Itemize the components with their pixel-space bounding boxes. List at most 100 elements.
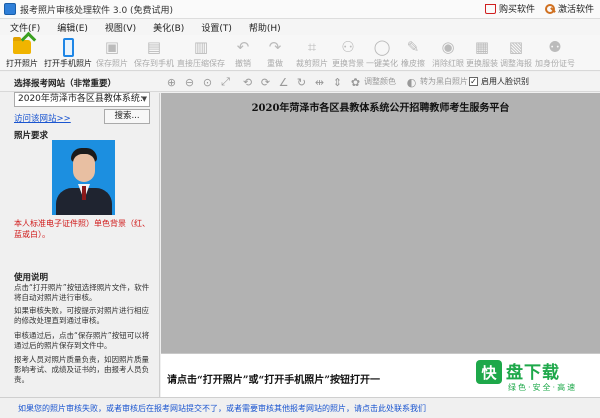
- remove-red-eye-label: 消除红眼: [432, 59, 464, 68]
- menu-beautify[interactable]: 美化(B): [153, 21, 184, 34]
- open-folder-icon: [12, 37, 32, 57]
- rotate-right-icon[interactable]: ⟳: [258, 75, 273, 89]
- save-to-phone-button[interactable]: ▤ 保存到手机: [132, 37, 176, 70]
- flip-vertical-icon[interactable]: ⇕: [330, 75, 345, 89]
- key-icon: [544, 3, 555, 14]
- open-photo-button[interactable]: 打开照片: [2, 37, 42, 70]
- phone-icon: [58, 37, 78, 57]
- eraser-button[interactable]: ✎ 橡皮擦: [396, 37, 430, 70]
- person-icon: ⚉: [548, 38, 562, 56]
- search-button[interactable]: 搜索...: [104, 109, 150, 124]
- add-id-number-button[interactable]: ⚉ 加身份证号: [532, 37, 578, 70]
- replace-background-label: 更换背景: [332, 59, 364, 68]
- menu-edit[interactable]: 编辑(E): [57, 21, 88, 34]
- black-white-icon[interactable]: ◐: [404, 75, 419, 89]
- photo-canvas[interactable]: 2020年菏泽市各区县教体系统公开招聘教师考生服务平台: [161, 93, 600, 353]
- platform-title: 2020年菏泽市各区县教体系统公开招聘教师考生服务平台: [251, 103, 510, 114]
- menu-file[interactable]: 文件(F): [10, 21, 40, 34]
- sample-id-photo: [52, 140, 115, 215]
- select-site-title: 选择报考网站（非常重要）: [14, 79, 117, 89]
- title-bar: 报考照片审核处理软件 3.0 (免费试用) 购买软件 激活软件: [0, 0, 600, 19]
- contact-us-link[interactable]: 如果您的照片审核失败，或者审核后在报考网站提交不了，或者需要审核其他报考网站的照…: [18, 403, 426, 414]
- window-title: 报考照片审核处理软件 3.0 (免费试用): [20, 5, 174, 16]
- instruction-area: 请点击“打开照片”或“打开手机照片”按钮打开一 快 盘下载 绿色·安全·高速: [161, 353, 600, 397]
- adjust-color-label[interactable]: 调整颜色: [364, 76, 396, 87]
- to-black-white-label[interactable]: 转为黑白照片: [420, 76, 468, 87]
- fit-window-icon[interactable]: ⤢: [218, 75, 233, 89]
- change-clothes-label: 更换服装: [466, 59, 498, 68]
- activate-software-button[interactable]: 激活软件: [544, 2, 594, 15]
- adjust-layout-label: 调整海报: [500, 59, 532, 68]
- face-detect-checkbox[interactable]: ✓: [469, 77, 478, 86]
- save-disk-icon: ▣: [104, 38, 120, 56]
- redo-icon: ↷: [268, 38, 282, 56]
- title-links: 购买软件 激活软件: [484, 2, 594, 15]
- main-toolbar: 打开照片 打开手机照片 ▣ 保存照片 ▤ 保存到手机 ▥ 直接压缩保存 ↶ 撤销…: [0, 35, 600, 71]
- site-select-value: 2020年菏泽市各区县教体系统:: [18, 94, 143, 104]
- menu-view[interactable]: 视图(V): [105, 21, 136, 34]
- eraser-icon: ✎: [406, 38, 420, 56]
- redo-label: 重做: [267, 59, 283, 68]
- save-photo-button[interactable]: ▣ 保存照片: [92, 37, 132, 70]
- watermark-mark: 快: [476, 360, 502, 384]
- usage-instructions-title: 使用说明: [14, 273, 49, 283]
- flip-horizontal-icon[interactable]: ⇹: [312, 75, 327, 89]
- open-phone-photo-label: 打开手机照片: [44, 59, 92, 68]
- menu-settings[interactable]: 设置(T): [201, 21, 232, 34]
- color-palette-icon[interactable]: ✿: [348, 75, 363, 89]
- open-photo-label: 打开照片: [6, 59, 38, 68]
- photo-requirement-note: 本人标准电子证件照）单色背景（红、蓝或白）。: [14, 219, 150, 239]
- buy-software-label: 购买软件: [498, 5, 535, 15]
- actual-size-icon[interactable]: ⊙: [200, 75, 215, 89]
- cart-icon: [484, 3, 496, 14]
- face-detect-label[interactable]: 启用人脸识别: [481, 76, 529, 87]
- undo-label: 撤销: [235, 59, 251, 68]
- help-step-4: 报考人员对照片质量负责，如因照片质量影响考试、成绩及证书的，由报考人员负责。: [14, 355, 149, 384]
- help-step-1: 点击“打开照片”按钮选择照片文件，软件将自动对照片进行审核。: [14, 283, 150, 302]
- beautify-icon: ◯: [373, 38, 391, 56]
- compress-icon: ▥: [193, 38, 209, 56]
- watermark-slogan: 绿色·安全·高速: [508, 383, 578, 392]
- add-id-number-label: 加身份证号: [535, 59, 575, 68]
- save-phone-icon: ▤: [146, 38, 162, 56]
- menu-bar: 文件(F) 编辑(E) 视图(V) 美化(B) 设置(T) 帮助(H): [0, 19, 600, 35]
- help-step-3: 审核通过后，点击“保存照片”按钮可以将通过后的照片保存到文件中。: [14, 331, 150, 350]
- rotate-reverse-icon[interactable]: ↻: [294, 75, 309, 89]
- crop-photo-label: 裁剪照片: [296, 59, 328, 68]
- buy-software-button[interactable]: 购买软件: [484, 2, 535, 15]
- photo-tie: [82, 186, 86, 200]
- activate-software-label: 激活软件: [557, 5, 594, 15]
- background-icon: ⚇: [341, 38, 355, 56]
- crop-icon: ⌗: [307, 38, 317, 56]
- crop-photo-button[interactable]: ⌗ 裁剪照片: [292, 37, 332, 70]
- menu-help[interactable]: 帮助(H): [249, 21, 281, 34]
- one-key-beautify-label: 一键美化: [366, 59, 398, 68]
- direct-compress-save-button[interactable]: ▥ 直接压缩保存: [177, 37, 225, 70]
- photo-face: [73, 154, 95, 182]
- rotate-angle-icon[interactable]: ∠: [276, 75, 291, 89]
- undo-button[interactable]: ↶ 撤销: [226, 37, 260, 70]
- clothes-icon: ▦: [474, 38, 490, 56]
- eraser-label: 橡皮擦: [401, 59, 425, 68]
- zoom-in-icon[interactable]: ⊕: [164, 75, 179, 89]
- adjust-icon: ▧: [508, 38, 524, 56]
- rotate-left-icon[interactable]: ⟲: [240, 75, 255, 89]
- site-select[interactable]: 2020年菏泽市各区县教体系统: ▼: [14, 92, 150, 107]
- direct-compress-save-label: 直接压缩保存: [177, 59, 225, 68]
- adjust-layout-button[interactable]: ▧ 调整海报: [496, 37, 536, 70]
- visit-site-link[interactable]: 访问该网站>>: [14, 112, 71, 124]
- red-eye-icon: ◉: [441, 38, 455, 56]
- open-phone-photo-button[interactable]: 打开手机照片: [44, 37, 92, 70]
- zoom-out-icon[interactable]: ⊖: [182, 75, 197, 89]
- save-photo-label: 保存照片: [96, 59, 128, 68]
- app-icon: [4, 3, 16, 15]
- photo-requirements-title: 照片要求: [14, 131, 49, 141]
- open-photo-instruction: 请点击“打开照片”或“打开手机照片”按钮打开一: [167, 375, 381, 386]
- save-to-phone-label: 保存到手机: [134, 59, 174, 68]
- help-step-2: 如果审核失败，可按提示对照片进行相应的修改处理直到通过审核。: [14, 306, 149, 325]
- redo-button[interactable]: ↷ 重做: [258, 37, 292, 70]
- undo-icon: ↶: [236, 38, 250, 56]
- status-bar: 如果您的照片审核失败，或者审核后在报考网站提交不了，或者需要审核其他报考网站的照…: [0, 397, 600, 418]
- watermark-name: 盘下载: [506, 363, 560, 383]
- watermark-logo: 快 盘下载 绿色·安全·高速: [476, 358, 586, 394]
